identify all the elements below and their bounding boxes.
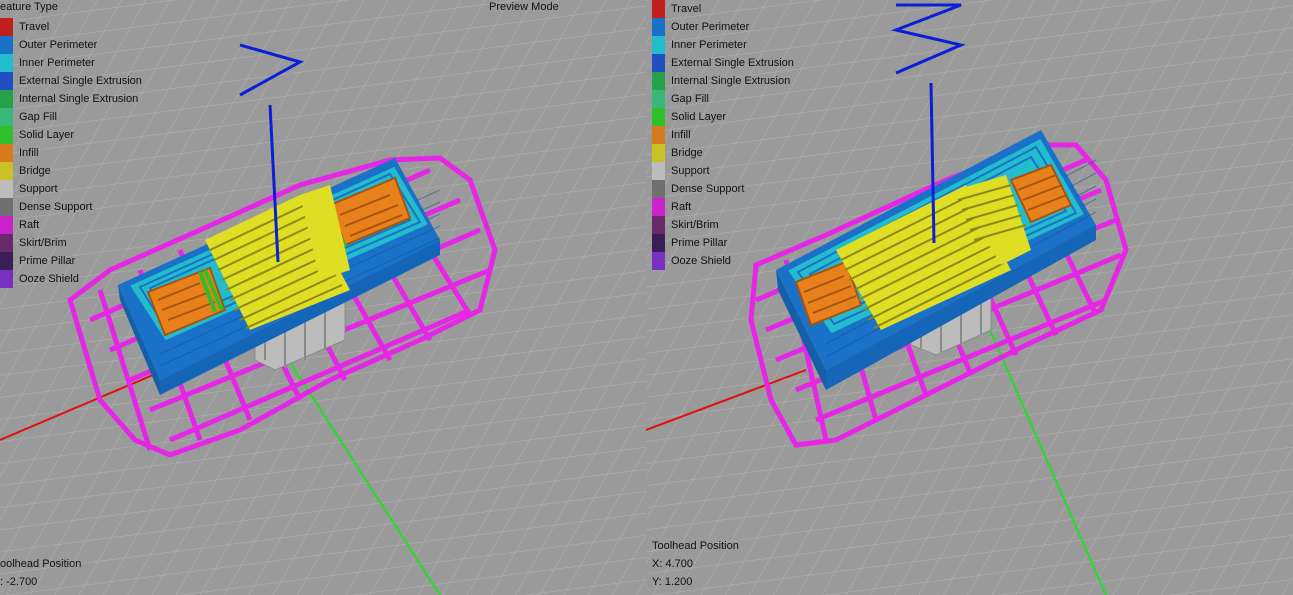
legend-swatch [0,234,13,252]
legend-swatch [0,36,13,54]
feature-type-legend: Travel Outer Perimeter Inner Perimeter Exte… [652,0,812,270]
legend-title: eature Type [0,1,58,13]
legend-swatch [0,270,13,288]
legend-label: Ooze Shield [671,255,731,267]
legend-swatch [652,198,665,216]
preview-viewport-left[interactable]: eature Type Preview Mode Travel Outer Per… [0,0,646,595]
legend-label: Travel [19,21,50,33]
legend-label: Prime Pillar [671,237,728,249]
legend-label: Ooze Shield [19,273,79,285]
legend-label: Raft [671,201,692,213]
legend-label: Raft [19,219,40,231]
legend-label: Bridge [19,165,51,177]
legend-label: Internal Single Extrusion [671,75,791,87]
legend-swatch [652,72,665,90]
legend-label: Dense Support [671,183,745,195]
legend-swatch [652,108,665,126]
legend-label: Skirt/Brim [19,237,67,249]
toolhead-y: Y: 1.200 [652,576,693,588]
toolhead-position-title: oolhead Position [0,558,82,570]
legend-label: Internal Single Extrusion [19,93,139,105]
preview-mode-label: Preview Mode [489,1,559,13]
legend-label: Dense Support [19,201,93,213]
legend-label: Infill [19,147,39,159]
legend-swatch [0,144,13,162]
legend-swatch [652,36,665,54]
toolhead-x: X: 4.700 [652,558,693,570]
legend-swatch [0,108,13,126]
legend-label: Inner Perimeter [671,39,747,51]
legend-swatch [652,18,665,36]
legend-swatch [0,18,13,36]
legend-label: Solid Layer [19,129,75,141]
legend-swatch [0,90,13,108]
legend-label: External Single Extrusion [671,57,794,69]
legend-swatch [652,216,665,234]
legend-swatch [652,162,665,180]
legend-label: Inner Perimeter [19,57,95,69]
legend-swatch [652,126,665,144]
legend-swatch [0,252,13,270]
legend-label: Outer Perimeter [19,39,98,51]
preview-viewport-right[interactable]: Travel Outer Perimeter Inner Perimeter Exte… [646,0,1293,595]
legend-swatch [0,126,13,144]
legend-swatch [0,54,13,72]
legend-label: Infill [671,129,691,141]
legend-swatch [0,198,13,216]
legend-label: Prime Pillar [19,255,76,267]
toolhead-coordinate: : -2.700 [0,576,38,588]
legend-label: Gap Fill [19,111,57,123]
legend-swatch [652,144,665,162]
legend-label: External Single Extrusion [19,75,142,87]
legend-label: Outer Perimeter [671,21,750,33]
legend-swatch [0,216,13,234]
feature-type-legend: Travel Outer Perimeter Inner Perimeter Exte… [0,18,160,288]
toolhead-position-title: Toolhead Position [652,540,739,552]
legend-swatch [652,54,665,72]
legend-swatch [652,0,665,18]
legend-label: Gap Fill [671,93,709,105]
legend-label: Support [19,183,58,195]
legend-label: Bridge [671,147,703,159]
legend-swatch [0,180,13,198]
legend-label: Travel [671,3,702,15]
legend-label: Support [671,165,710,177]
legend-swatch [652,180,665,198]
legend-label: Solid Layer [671,111,727,123]
legend-swatch [652,234,665,252]
legend-swatch [652,90,665,108]
legend-swatch [0,162,13,180]
legend-label: Skirt/Brim [671,219,719,231]
legend-swatch [652,252,665,270]
legend-swatch [0,72,13,90]
